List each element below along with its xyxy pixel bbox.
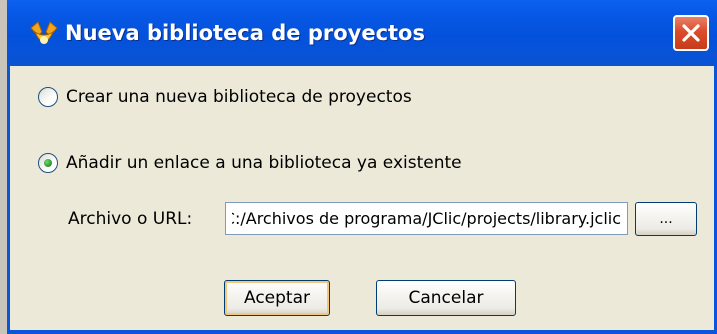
dialog-bottom-border bbox=[7, 330, 717, 334]
dialog-window: Nueva biblioteca de proyectos Crear una … bbox=[7, 0, 717, 334]
title-bar[interactable]: Nueva biblioteca de proyectos bbox=[7, 0, 717, 66]
radio-create-library[interactable]: Crear una nueva biblioteca de proyectos bbox=[38, 84, 412, 110]
file-url-input[interactable] bbox=[225, 202, 628, 235]
dialog-body: Crear una nueva biblioteca de proyectos … bbox=[10, 66, 714, 334]
radio-create-label[interactable]: Crear una nueva biblioteca de proyectos bbox=[66, 87, 412, 107]
jclic-app-icon bbox=[30, 21, 58, 44]
accept-button[interactable]: Aceptar bbox=[224, 280, 330, 316]
background-strip bbox=[0, 0, 7, 334]
screen: Nueva biblioteca de proyectos Crear una … bbox=[0, 0, 717, 334]
browse-button[interactable]: ... bbox=[635, 202, 697, 236]
radio-link-circle[interactable] bbox=[38, 153, 58, 173]
radio-link-label[interactable]: Añadir un enlace a una biblioteca ya exi… bbox=[66, 153, 462, 173]
cancel-button[interactable]: Cancelar bbox=[376, 280, 516, 316]
window-title: Nueva biblioteca de proyectos bbox=[65, 21, 425, 45]
radio-create-circle[interactable] bbox=[38, 87, 58, 107]
close-icon bbox=[682, 24, 700, 42]
file-url-label: Archivo o URL: bbox=[68, 209, 193, 229]
radio-link-library[interactable]: Añadir un enlace a una biblioteca ya exi… bbox=[38, 150, 462, 176]
close-button[interactable] bbox=[673, 15, 709, 51]
